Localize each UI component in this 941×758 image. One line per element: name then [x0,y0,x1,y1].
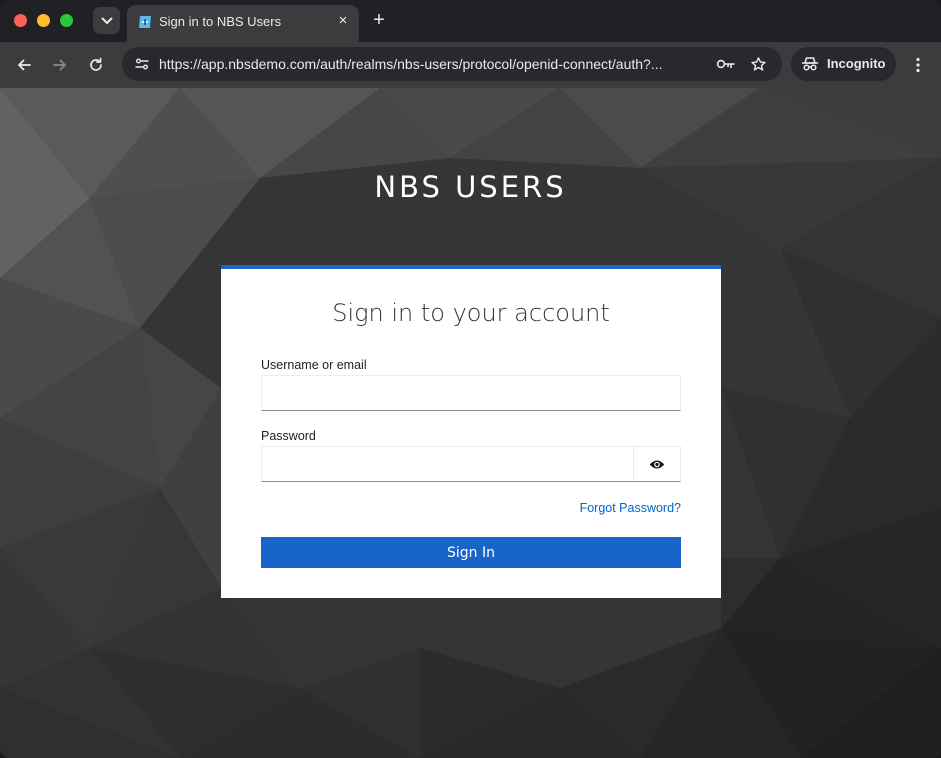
chevron-down-icon [101,17,112,24]
username-input[interactable] [261,375,681,411]
tab-search-button[interactable] [93,7,120,34]
key-icon [716,59,735,69]
browser-window: Sign in to NBS Users × + https://app.nbs… [0,0,941,758]
password-field-group [261,446,681,482]
close-window-button[interactable] [14,14,27,27]
realm-brand-title: NBS USERS [374,170,567,204]
site-info-button[interactable] [130,52,154,76]
maximize-window-button[interactable] [60,14,73,27]
incognito-indicator[interactable]: Incognito [791,47,896,81]
login-heading: Sign in to your account [332,299,610,327]
password-label: Password [261,429,316,443]
address-bar[interactable]: https://app.nbsdemo.com/auth/realms/nbs-… [122,47,782,81]
back-arrow-icon [18,59,31,71]
bookmark-button[interactable] [748,54,768,74]
browser-toolbar: https://app.nbsdemo.com/auth/realms/nbs-… [0,42,941,88]
show-password-button[interactable] [633,446,681,482]
browser-menu-button[interactable] [908,53,928,77]
tab-active[interactable]: Sign in to NBS Users × [127,5,359,42]
username-label: Username or email [261,358,367,372]
page-content: NBS USERS Sign in to your account Userna… [0,88,941,758]
password-key-button[interactable] [716,54,736,74]
minimize-window-button[interactable] [37,14,50,27]
tab-strip: Sign in to NBS Users × + [0,0,941,42]
plus-icon[interactable]: + [368,9,390,31]
incognito-label: Incognito [827,56,886,71]
more-vert-icon [916,57,920,73]
sign-in-button[interactable]: Sign In [261,537,681,568]
url-text[interactable]: https://app.nbsdemo.com/auth/realms/nbs-… [159,56,707,72]
back-button[interactable] [12,53,36,77]
password-input[interactable] [261,446,634,482]
tab-title: Sign in to NBS Users [159,14,282,29]
site-favicon-icon [139,16,151,28]
login-card: Sign in to your account Username or emai… [221,265,721,598]
incognito-icon [801,57,819,71]
forward-button[interactable] [48,53,72,77]
reload-icon [90,57,102,71]
forgot-password-link[interactable]: Forgot Password? [580,501,681,515]
reload-button[interactable] [84,53,108,77]
site-info-icon [135,58,149,70]
eye-icon [649,460,665,468]
forward-arrow-icon [53,59,66,71]
close-icon[interactable]: × [335,13,351,29]
star-icon [750,56,766,71]
